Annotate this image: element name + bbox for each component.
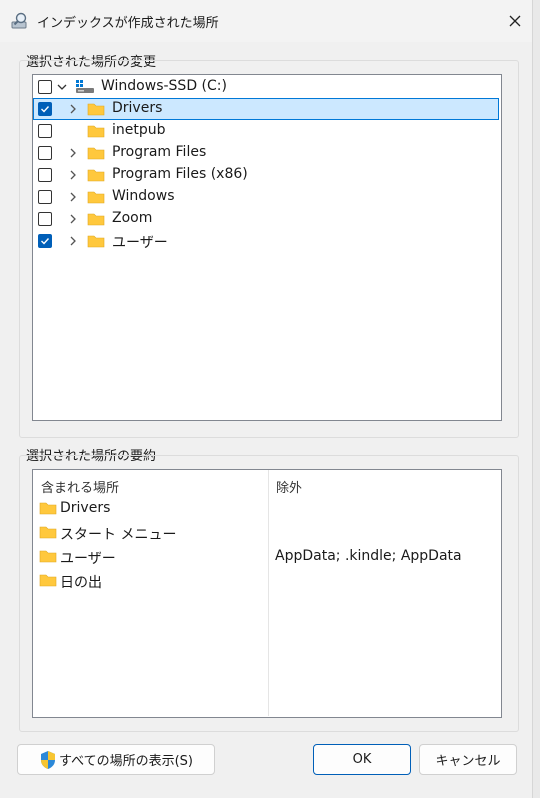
ok-button[interactable]: OK bbox=[313, 744, 411, 775]
chevron-right-icon[interactable] bbox=[67, 103, 79, 115]
folder-icon bbox=[87, 213, 105, 226]
excluded-label: AppData; .kindle; AppData bbox=[275, 548, 462, 564]
tree-row-windows[interactable]: Windows bbox=[33, 186, 499, 208]
inetpub-checkbox[interactable] bbox=[38, 124, 52, 138]
chevron-right-icon[interactable] bbox=[67, 147, 79, 159]
cancel-button[interactable]: キャンセル bbox=[419, 744, 517, 775]
tree-row-program-files[interactable]: Program Files bbox=[33, 142, 499, 164]
chevron-right-icon[interactable] bbox=[67, 191, 79, 203]
folder-icon bbox=[87, 147, 105, 160]
windows-checkbox[interactable] bbox=[38, 190, 52, 204]
included-label: 日の出 bbox=[60, 575, 102, 591]
check-icon bbox=[41, 238, 50, 245]
chevron-down-icon[interactable] bbox=[56, 81, 68, 93]
included-label: スタート メニュー bbox=[60, 527, 177, 543]
included-label: ユーザー bbox=[60, 551, 116, 567]
window-edge bbox=[532, 0, 540, 798]
chevron-right-icon[interactable] bbox=[67, 235, 79, 247]
folder-icon bbox=[87, 191, 105, 204]
tree-row-inetpub[interactable]: inetpub bbox=[33, 120, 499, 142]
inetpub-label: inetpub bbox=[112, 122, 166, 138]
column-header-excluded[interactable]: 除外 bbox=[276, 477, 302, 496]
chevron-right-icon[interactable] bbox=[67, 169, 79, 181]
close-icon bbox=[509, 15, 521, 27]
window-title: インデックスが作成された場所 bbox=[37, 16, 219, 31]
folder-icon bbox=[87, 169, 105, 182]
folder-icon bbox=[87, 125, 105, 138]
title-bar: インデックスが作成された場所 bbox=[0, 0, 540, 42]
folder-icon bbox=[87, 235, 105, 248]
folder-icon bbox=[39, 526, 57, 539]
close-button[interactable] bbox=[500, 6, 530, 36]
tree-row-users[interactable]: ユーザー bbox=[33, 230, 499, 252]
show-all-locations-label: すべての場所の表示(S) bbox=[59, 754, 193, 769]
cancel-label: キャンセル bbox=[435, 754, 501, 769]
uac-shield-icon bbox=[41, 750, 56, 769]
summary-list[interactable]: 含まれる場所 除外 Drivers スタート メニュー ユーザー AppData… bbox=[32, 469, 502, 718]
folder-tree[interactable]: Windows-SSD (C:) Drivers inetpub Program… bbox=[32, 74, 502, 421]
program-files-checkbox[interactable] bbox=[38, 146, 52, 160]
list-item-sunrise[interactable]: 日の出 bbox=[39, 570, 259, 592]
column-header-included[interactable]: 含まれる場所 bbox=[41, 477, 119, 496]
list-item-start-menu[interactable]: スタート メニュー bbox=[39, 522, 259, 544]
show-all-locations-button[interactable]: すべての場所の表示(S) bbox=[17, 744, 215, 775]
program-files-x86-checkbox[interactable] bbox=[38, 168, 52, 182]
zoom-checkbox[interactable] bbox=[38, 212, 52, 226]
program-files-x86-label: Program Files (x86) bbox=[112, 166, 248, 182]
folder-icon bbox=[39, 502, 57, 515]
program-files-label: Program Files bbox=[112, 144, 207, 160]
folder-icon bbox=[39, 574, 57, 587]
list-item-users[interactable]: ユーザー bbox=[39, 546, 259, 568]
ok-label: OK bbox=[352, 752, 372, 767]
users-label: ユーザー bbox=[112, 235, 168, 251]
drive-checkbox[interactable] bbox=[38, 80, 52, 94]
windows-label: Windows bbox=[112, 188, 175, 204]
zoom-label: Zoom bbox=[112, 210, 153, 226]
drive-icon bbox=[76, 80, 94, 93]
list-item-drivers[interactable]: Drivers bbox=[39, 498, 259, 520]
tree-row-drivers[interactable]: Drivers bbox=[33, 98, 499, 120]
column-divider[interactable] bbox=[268, 470, 269, 716]
drive-label: Windows-SSD (C:) bbox=[101, 78, 227, 94]
chevron-right-icon[interactable] bbox=[67, 213, 79, 225]
tree-row-zoom[interactable]: Zoom bbox=[33, 208, 499, 230]
tree-row-drive[interactable]: Windows-SSD (C:) bbox=[33, 76, 499, 98]
drivers-checkbox[interactable] bbox=[38, 102, 52, 116]
users-checkbox[interactable] bbox=[38, 234, 52, 248]
folder-icon bbox=[39, 550, 57, 563]
tree-row-program-files-x86[interactable]: Program Files (x86) bbox=[33, 164, 499, 186]
folder-icon bbox=[87, 103, 105, 116]
drivers-label: Drivers bbox=[112, 100, 163, 116]
check-icon bbox=[41, 106, 50, 113]
indexing-search-icon bbox=[11, 12, 27, 29]
included-label: Drivers bbox=[60, 500, 111, 516]
